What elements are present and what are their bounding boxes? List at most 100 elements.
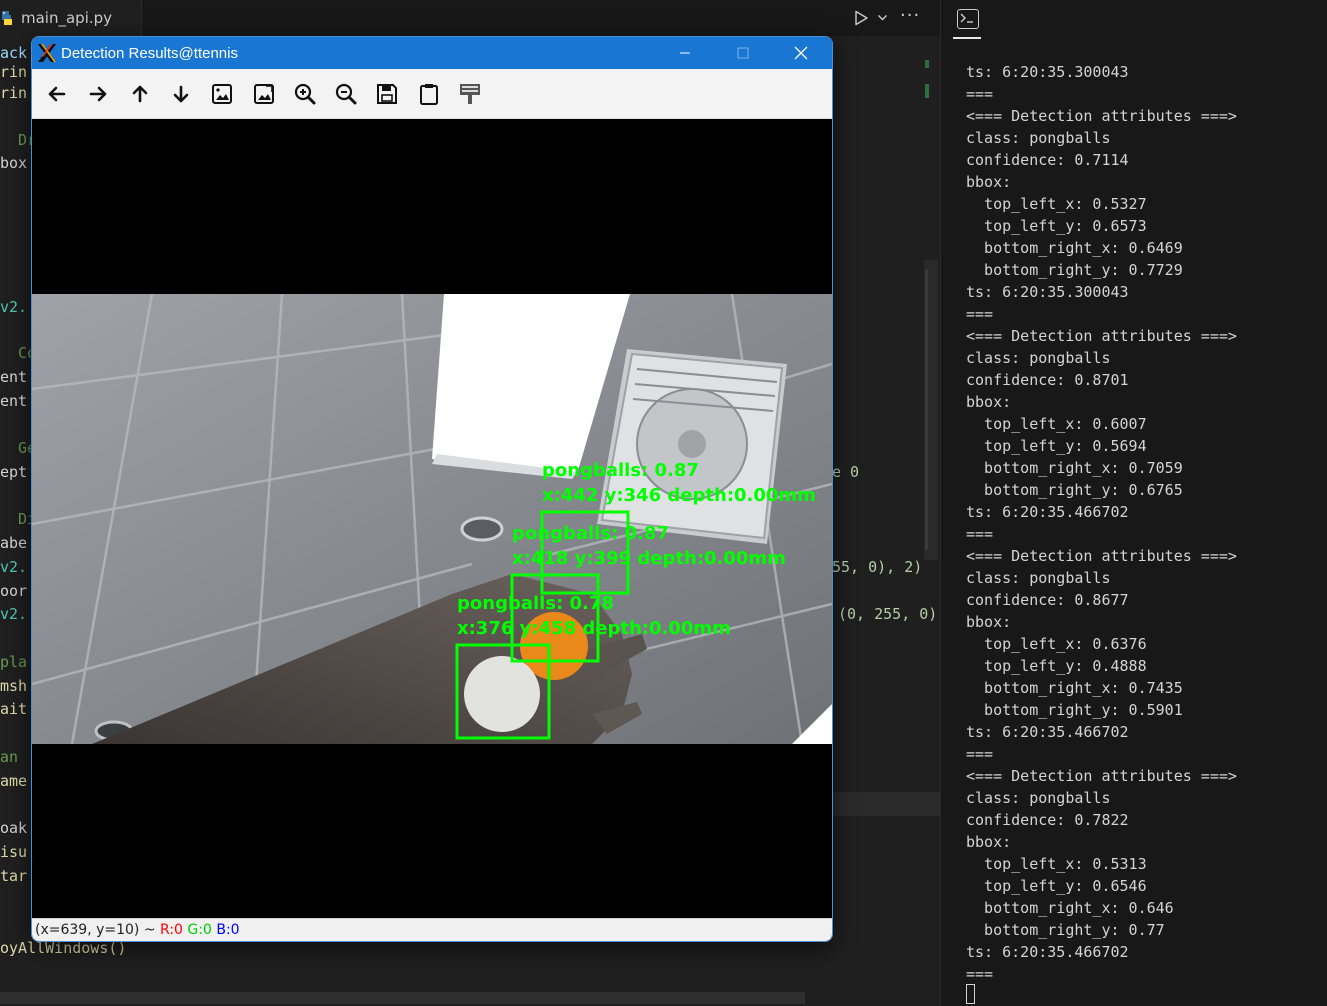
code-fragment: box: [0, 154, 28, 172]
zoom-in-icon: [294, 83, 316, 105]
terminal-line: top_left_y: 0.5694: [966, 437, 1147, 455]
image-viewport[interactable]: pongballs: 0.87 x:442 y:346 depth:0.00mm…: [32, 119, 832, 918]
properties-icon: [460, 84, 480, 104]
copy-clipboard-button[interactable]: [412, 77, 446, 111]
code-fragment: ait: [0, 700, 28, 718]
code-fragment: pla: [0, 653, 28, 671]
maximize-button[interactable]: [720, 37, 766, 69]
terminal-output: ts: 6:20:35.300043 === <=== Detection attr…: [966, 61, 1326, 985]
terminal-line: <=== Detection attributes ===>: [966, 547, 1237, 565]
terminal-line: bottom_right_x: 0.6469: [966, 239, 1183, 257]
code-fragment: 55, 0), 2): [832, 558, 923, 576]
detection-coords-1: x:442 y:346 depth:0.00mm: [542, 485, 816, 506]
tab-label: main_api.py: [21, 9, 113, 27]
clipboard-icon: [419, 84, 438, 105]
window-title: Detection Results@ttennis: [61, 45, 238, 62]
terminal-line: top_left_y: 0.6546: [966, 877, 1147, 895]
pan-up-button[interactable]: [123, 77, 157, 111]
status-g: G:0: [187, 922, 212, 938]
zoom-in-button[interactable]: [288, 77, 322, 111]
minimize-button[interactable]: [662, 37, 708, 69]
code-fragment: rin: [0, 84, 28, 102]
terminal-line: class: pongballs: [966, 129, 1111, 147]
terminal-line: bottom_right_x: 0.646: [966, 899, 1174, 917]
code-fragment: v2.: [0, 605, 28, 623]
python-file-icon: [2, 11, 12, 25]
terminal-line: class: pongballs: [966, 789, 1111, 807]
arrow-right-icon: [89, 86, 107, 102]
terminal-line: ts: 6:20:35.466702: [966, 723, 1129, 741]
window-toolbar: [32, 69, 832, 119]
arrow-up-icon: [132, 85, 147, 103]
terminal-cursor: [966, 984, 975, 1004]
zoom-original-button[interactable]: [205, 77, 239, 111]
code-fragment: e 0: [832, 463, 860, 481]
terminal-line: class: pongballs: [966, 349, 1111, 367]
change-marker: [925, 60, 929, 68]
horizontal-scrollbar[interactable]: [0, 992, 805, 1004]
minimize-icon: [680, 52, 690, 54]
minimap-slider[interactable]: [925, 270, 928, 550]
window-titlebar[interactable]: Detection Results@ttennis: [32, 37, 832, 69]
terminal-icon[interactable]: [957, 9, 979, 29]
terminal-line: confidence: 0.7822: [966, 811, 1129, 829]
terminal-line: confidence: 0.7114: [966, 151, 1129, 169]
terminal-line: bottom_right_y: 0.7729: [966, 261, 1183, 279]
detection-label-3: pongballs: 0.78: [457, 593, 614, 614]
terminal-line: bbox:: [966, 173, 1012, 191]
image-icon: [212, 84, 233, 104]
code-fragment: msh: [0, 677, 28, 695]
terminal-line: bottom_right_y: 0.5901: [966, 701, 1183, 719]
terminal-line: top_left_y: 0.6573: [966, 217, 1147, 235]
chevron-down-icon[interactable]: [877, 12, 888, 23]
terminal-line: bbox:: [966, 613, 1012, 631]
code-fragment: ame: [0, 772, 28, 790]
terminal-line: bottom_right_y: 0.77: [966, 921, 1165, 939]
tab-main-api[interactable]: main_api.py: [0, 0, 142, 36]
terminal-tab-indicator: [953, 37, 981, 39]
terminal-line: ===: [966, 965, 994, 983]
save-icon: [377, 84, 398, 104]
properties-button[interactable]: [453, 77, 487, 111]
arrow-left-icon: [48, 86, 66, 102]
current-line-highlight: [832, 792, 940, 816]
terminal-panel[interactable]: ts: 6:20:35.300043 === <=== Detection attr…: [940, 0, 1327, 1006]
zoom-out-button[interactable]: [329, 77, 363, 111]
terminal-line: confidence: 0.8677: [966, 591, 1129, 609]
pan-right-button[interactable]: [81, 77, 115, 111]
close-icon: [794, 46, 808, 60]
pan-left-button[interactable]: [40, 77, 74, 111]
terminal-line: ts: 6:20:35.300043: [966, 63, 1129, 81]
editor-tab-bar: main_api.py ···: [0, 0, 940, 36]
terminal-line: class: pongballs: [966, 569, 1111, 587]
code-fragment: oak: [0, 819, 28, 837]
code-fragment: ack: [0, 44, 28, 62]
run-icon[interactable]: [853, 10, 869, 26]
zoom-out-icon: [335, 83, 357, 105]
terminal-line: ts: 6:20:35.300043: [966, 283, 1129, 301]
pan-down-button[interactable]: [164, 77, 198, 111]
x11-logo-icon: [38, 44, 56, 62]
status-b: B:0: [216, 922, 240, 938]
arrow-down-icon: [173, 85, 189, 103]
terminal-line: ===: [966, 525, 994, 543]
code-fragment: an: [0, 748, 19, 766]
terminal-line: ts: 6:20:35.466702: [966, 943, 1129, 961]
terminal-line: top_left_x: 0.6376: [966, 635, 1147, 653]
detection-label-1: pongballs: 0.87: [542, 460, 699, 481]
status-coords: (x=639, y=10) ~: [35, 922, 161, 938]
zoom-fit-button[interactable]: [247, 77, 281, 111]
code-fragment: rin: [0, 63, 28, 81]
code-fragment: v2.: [0, 558, 28, 576]
close-button[interactable]: [778, 37, 824, 69]
save-button[interactable]: [370, 77, 404, 111]
more-actions-icon[interactable]: ···: [900, 7, 922, 27]
terminal-line: bottom_right_y: 0.6765: [966, 481, 1183, 499]
code-fragment: abe: [0, 534, 28, 552]
terminal-line: ===: [966, 745, 994, 763]
detection-results-window[interactable]: Detection Results@ttennis pongballs: 0.8…: [31, 36, 833, 942]
terminal-line: top_left_x: 0.6007: [966, 415, 1147, 433]
maximize-icon: [737, 47, 749, 59]
code-fragment: ent: [0, 368, 28, 386]
code-fragment: v2.: [0, 298, 28, 316]
